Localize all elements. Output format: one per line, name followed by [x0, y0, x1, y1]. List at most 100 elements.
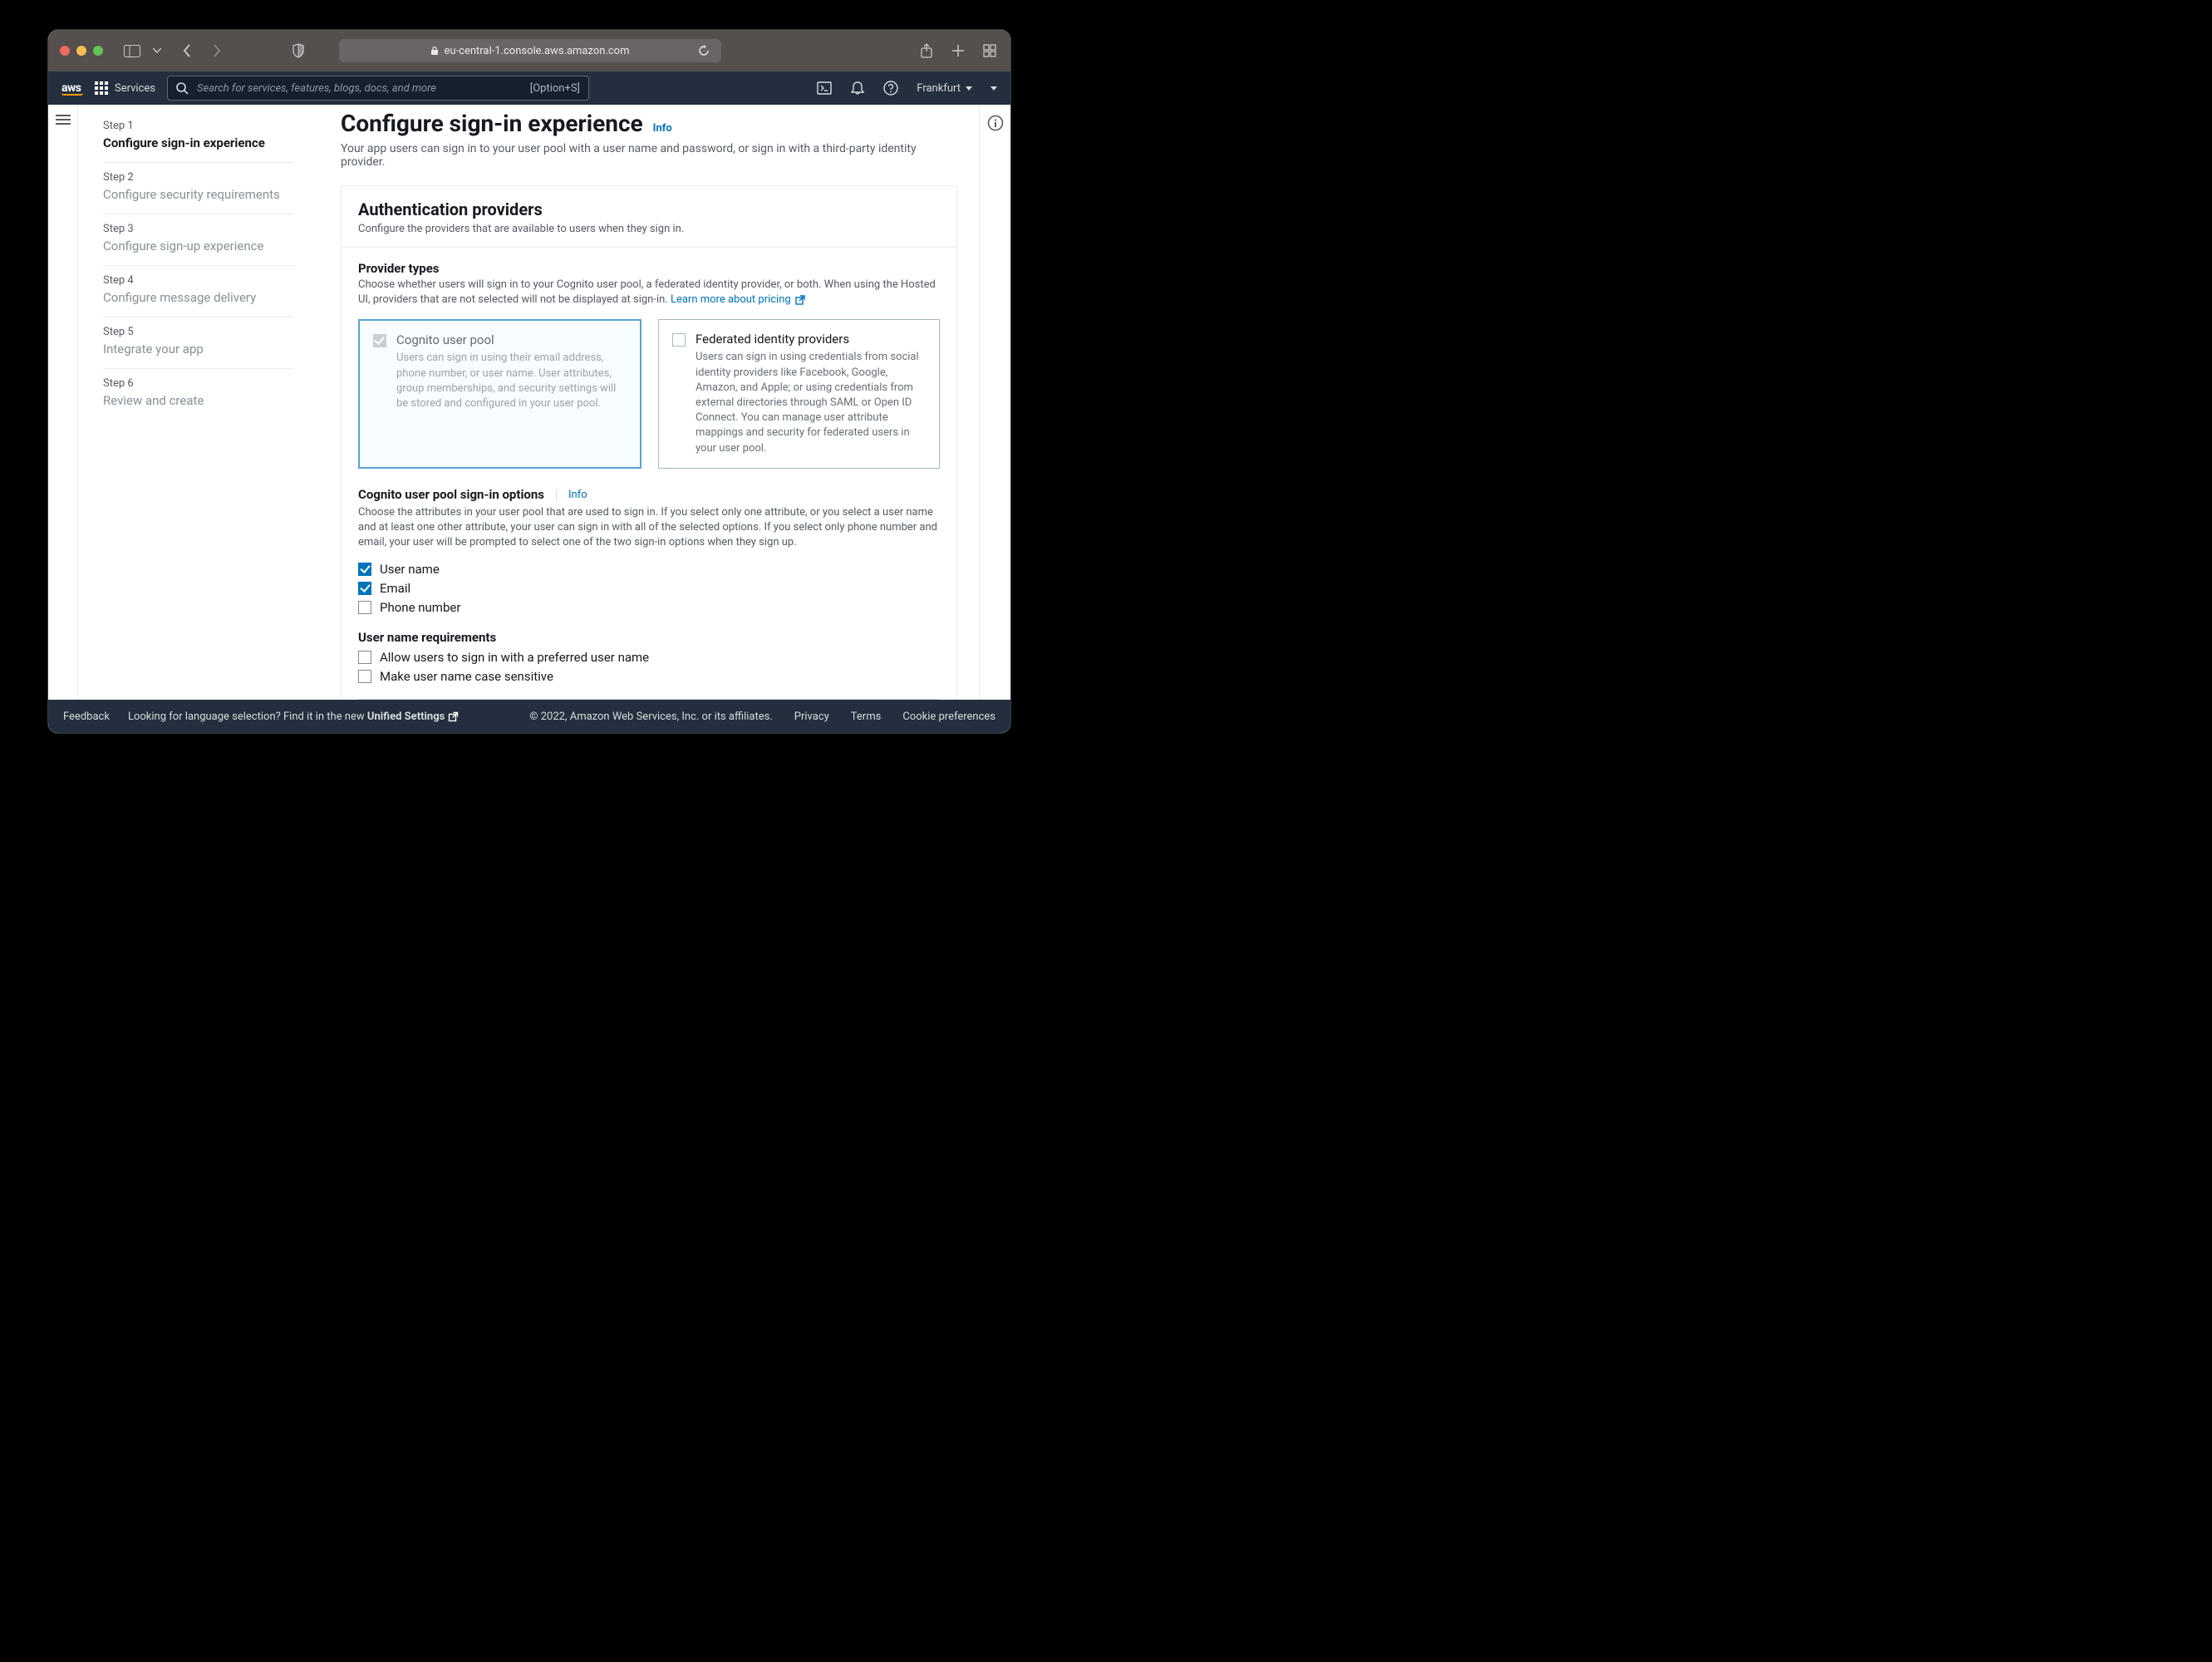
help-panel-toggle[interactable] — [987, 115, 1004, 700]
step-title: Configure security requirements — [103, 187, 294, 202]
checkbox[interactable] — [358, 601, 371, 614]
console-footer: Feedback Looking for language selection?… — [48, 700, 1010, 733]
unified-settings-text: Unified Settings — [367, 711, 445, 723]
info-link[interactable]: Info — [653, 122, 672, 135]
services-grid-icon — [95, 81, 108, 95]
step-number: Step 2 — [103, 171, 294, 184]
region-selector[interactable]: Frankfurt — [917, 82, 972, 95]
username-req-title: User name requirements — [358, 630, 940, 645]
wizard-step-2[interactable]: Step 2 Configure security requirements — [103, 163, 294, 214]
help-button[interactable] — [883, 81, 898, 96]
step-title: Configure message delivery — [103, 290, 294, 305]
pricing-link-text: Learn more about pricing — [671, 293, 791, 306]
step-number: Step 4 — [103, 274, 294, 287]
notifications-button[interactable] — [850, 81, 865, 96]
step-number: Step 3 — [103, 223, 294, 235]
provider-types-title: Provider types — [358, 261, 940, 276]
back-button[interactable] — [178, 42, 196, 60]
aws-logo[interactable]: aws — [61, 81, 83, 96]
option-case-sensitive[interactable]: Make user name case sensitive — [358, 669, 940, 684]
wizard-step-3[interactable]: Step 3 Configure sign-up experience — [103, 214, 294, 266]
maximize-window-button[interactable] — [93, 46, 103, 56]
close-window-button[interactable] — [60, 46, 70, 56]
signin-options-desc: Choose the attributes in your user pool … — [358, 505, 940, 551]
pricing-link[interactable]: Learn more about pricing — [671, 293, 806, 306]
wizard-step-6[interactable]: Step 6 Review and create — [103, 369, 294, 420]
tab-overview-button[interactable] — [981, 42, 999, 60]
option-label: Email — [380, 581, 410, 596]
provider-types-desc-text: Choose whether users will sign in to you… — [358, 278, 936, 306]
window-controls — [60, 46, 103, 56]
step-title: Configure sign-up experience — [103, 238, 294, 253]
cloudshell-button[interactable] — [817, 81, 832, 96]
sidebar-toggle-button[interactable] — [123, 42, 141, 60]
signin-options-title: Cognito user pool sign-in options — [358, 487, 544, 502]
wizard-step-1[interactable]: Step 1 Configure sign-in experience — [103, 111, 294, 163]
checkbox-icon — [672, 333, 686, 347]
unified-settings-link[interactable]: Unified Settings — [367, 711, 459, 723]
info-link[interactable]: Info — [568, 489, 587, 501]
option-phone[interactable]: Phone number — [358, 600, 940, 615]
step-title: Review and create — [103, 393, 294, 408]
cookie-preferences-link[interactable]: Cookie preferences — [902, 711, 995, 723]
provider-card-cognito: Cognito user pool Users can sign in usin… — [358, 319, 641, 468]
share-button[interactable] — [917, 42, 936, 60]
option-label: Allow users to sign in with a preferred … — [380, 650, 649, 665]
panel-subheading: Configure the providers that are availab… — [358, 223, 940, 235]
checkbox[interactable] — [358, 670, 371, 683]
option-preferred-username[interactable]: Allow users to sign in with a preferred … — [358, 650, 940, 665]
aws-search-input[interactable]: Search for services, features, blogs, do… — [167, 76, 589, 101]
new-tab-button[interactable] — [949, 42, 967, 60]
option-email[interactable]: Email — [358, 581, 940, 596]
aws-global-nav: aws Services Search for services, featur… — [48, 71, 1010, 105]
caret-down-icon — [990, 86, 997, 91]
forward-button[interactable] — [208, 42, 226, 60]
panel-heading: Authentication providers — [358, 199, 940, 219]
step-number: Step 6 — [103, 377, 294, 390]
provider-card-federated[interactable]: Federated identity providers Users can s… — [658, 319, 940, 468]
privacy-link[interactable]: Privacy — [794, 711, 829, 723]
card-title: Federated identity providers — [696, 332, 926, 347]
wizard-steps: Step 1 Configure sign-in experience Step… — [78, 105, 319, 700]
minimize-window-button[interactable] — [76, 46, 86, 56]
account-menu[interactable] — [990, 86, 997, 91]
terms-link[interactable]: Terms — [851, 711, 882, 723]
footer-lang-prefix: Looking for language selection? Find it … — [128, 711, 367, 723]
feedback-link[interactable]: Feedback — [63, 711, 110, 723]
page-subtitle: Your app users can sign in to your user … — [341, 142, 957, 169]
external-link-icon — [794, 294, 806, 306]
services-menu-button[interactable]: Services — [95, 81, 155, 95]
option-label: Make user name case sensitive — [380, 669, 553, 684]
main-content: Configure sign-in experience Info Your a… — [319, 105, 979, 700]
checkbox[interactable] — [358, 651, 371, 664]
privacy-shield-icon[interactable] — [289, 42, 307, 60]
search-icon — [176, 82, 189, 95]
wizard-step-4[interactable]: Step 4 Configure message delivery — [103, 266, 294, 317]
search-shortcut: [Option+S] — [530, 82, 580, 95]
card-desc: Users can sign in using their email addr… — [396, 351, 627, 411]
card-desc: Users can sign in using credentials from… — [696, 350, 926, 455]
browser-window: eu-central-1.console.aws.amazon.com aws … — [48, 30, 1010, 733]
copyright-text: © 2022, Amazon Web Services, Inc. or its… — [529, 711, 773, 723]
option-username[interactable]: User name — [358, 562, 940, 577]
footer-lang-hint: Looking for language selection? Find it … — [128, 711, 459, 723]
divider — [556, 489, 557, 501]
checkbox-icon — [373, 334, 386, 347]
checkbox[interactable] — [358, 563, 371, 576]
lock-icon — [430, 46, 439, 56]
side-nav-toggle[interactable] — [56, 115, 71, 700]
tab-group-menu[interactable] — [148, 42, 166, 60]
reload-button[interactable] — [695, 42, 713, 60]
step-title: Configure sign-in experience — [103, 135, 294, 150]
page-title: Configure sign-in experience — [341, 110, 643, 137]
url-bar[interactable]: eu-central-1.console.aws.amazon.com — [339, 39, 721, 62]
option-label: User name — [380, 562, 440, 577]
auth-providers-panel: Authentication providers Configure the p… — [341, 185, 957, 700]
step-title: Integrate your app — [103, 342, 294, 356]
external-link-icon — [448, 711, 459, 722]
browser-toolbar: eu-central-1.console.aws.amazon.com — [48, 30, 1010, 71]
url-text: eu-central-1.console.aws.amazon.com — [444, 45, 629, 57]
checkbox[interactable] — [358, 582, 371, 595]
wizard-step-5[interactable]: Step 5 Integrate your app — [103, 317, 294, 369]
caret-down-icon — [966, 86, 972, 91]
